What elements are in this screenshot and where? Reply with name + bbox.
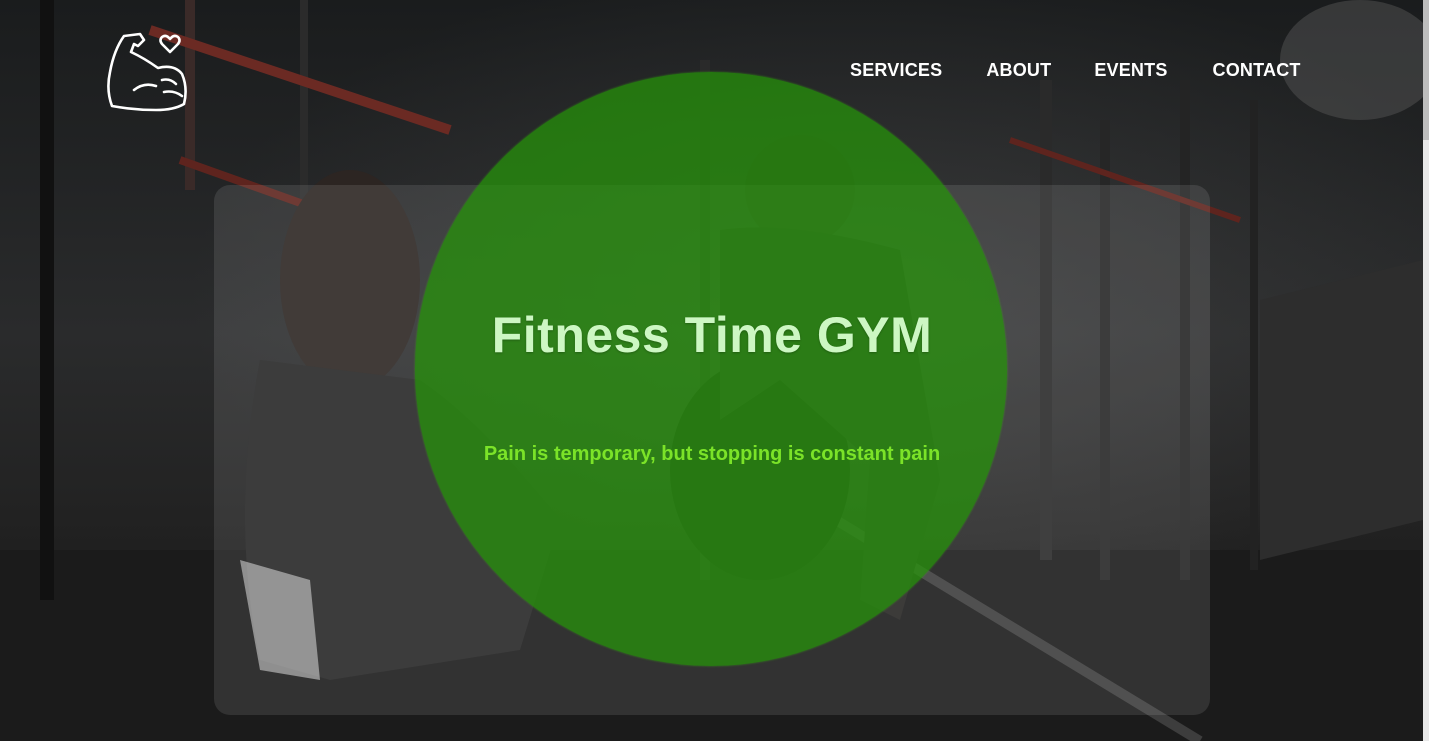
flexed-arm-heart-icon [107,32,187,112]
nav-link-about[interactable]: ABOUT [986,60,1051,81]
nav-link-events[interactable]: EVENTS [1094,60,1167,81]
nav-link-services[interactable]: SERVICES [850,60,942,81]
scrollbar[interactable] [1423,0,1429,741]
scrollbar-thumb[interactable] [1423,0,1429,140]
nav-link-contact[interactable]: CONTACT [1213,60,1301,81]
main-nav: SERVICES ABOUT EVENTS CONTACT [850,60,1301,81]
hero-green-circle [415,72,1007,666]
hero-tagline: Pain is temporary, but stopping is const… [483,443,941,465]
logo[interactable] [104,30,188,114]
hero-title: Fitness Time GYM [491,307,933,363]
page: SERVICES ABOUT EVENTS CONTACT Fitness Ti… [0,0,1429,741]
